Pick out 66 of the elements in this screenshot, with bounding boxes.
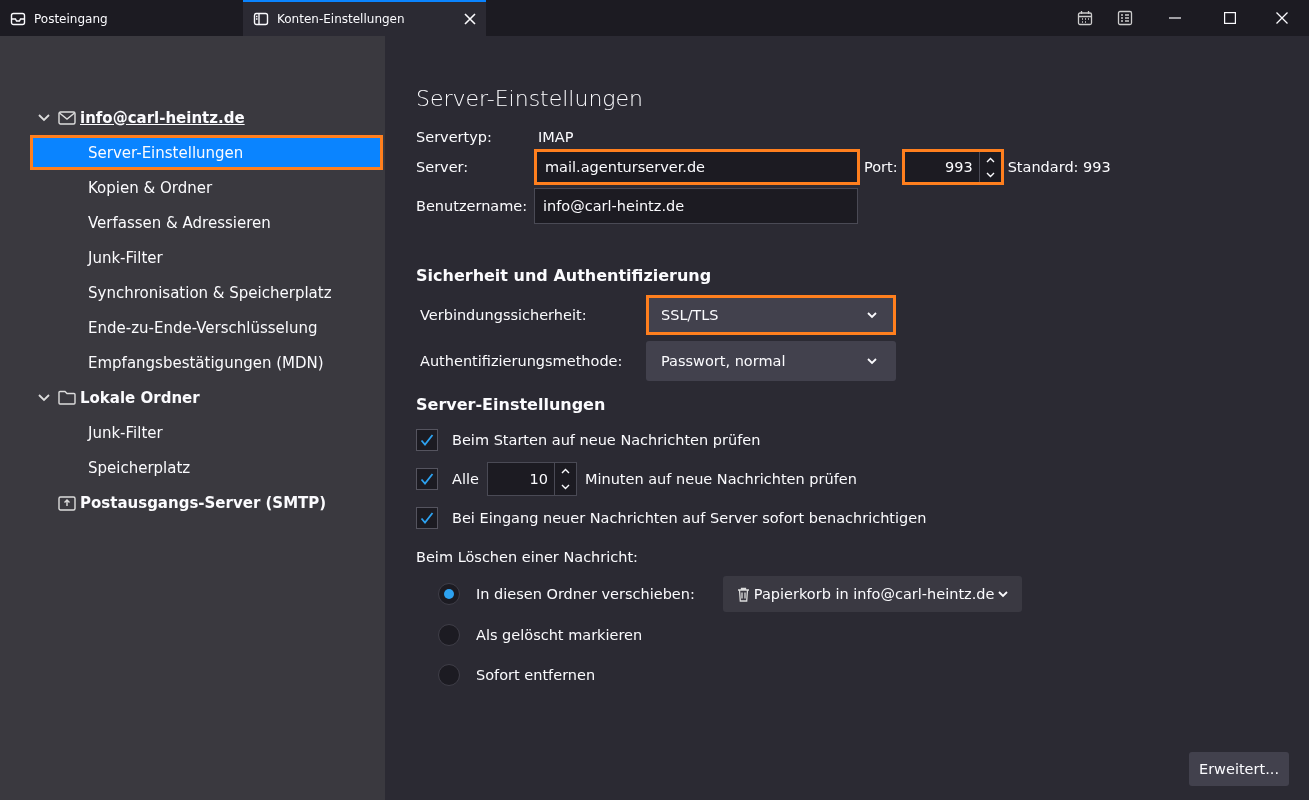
sidebar-item[interactable]: Synchronisation & Speicherplatz — [30, 275, 383, 310]
checkmark-icon — [420, 433, 434, 446]
field-label: Benutzername: — [416, 198, 529, 214]
checkbox-label: Bei Eingang neuer Nachrichten auf Server sofort benachrichtigen — [452, 509, 927, 526]
connection-select[interactable]: SSL/TLS — [646, 295, 896, 335]
username-field[interactable]: info@carl-heintz.de — [534, 188, 858, 224]
outbox-icon — [58, 494, 76, 511]
chevron-down-icon — [867, 357, 877, 365]
delete-label: Beim Löschen einer Nachricht: — [416, 549, 638, 565]
checkbox[interactable] — [416, 428, 438, 451]
server-field[interactable]: mail.agenturserver.de — [534, 149, 860, 185]
port-field[interactable]: 993 — [901, 149, 1004, 185]
section-heading: Server-Einstellungen — [416, 395, 607, 414]
checkmark-icon — [420, 511, 434, 524]
field-label: Server: — [416, 159, 470, 175]
sidebar-item[interactable]: Ende-zu-Ende-Verschlüsselung — [30, 310, 383, 345]
folder-icon — [58, 390, 76, 405]
checkmark-icon — [420, 472, 434, 485]
radio-label: In diesen Ordner verschieben: — [476, 586, 695, 602]
checkbox[interactable] — [416, 467, 438, 490]
tab[interactable]: Konten-Einstellungen — [243, 0, 486, 36]
page-title: Server-Einstellungen — [416, 86, 645, 111]
sidebar-item[interactable]: Speicherplatz — [30, 450, 383, 485]
task-list-icon[interactable] — [1117, 10, 1133, 26]
chevron-down-icon — [998, 590, 1009, 598]
close-icon[interactable] — [464, 13, 476, 25]
tab[interactable]: Posteingang — [0, 0, 243, 36]
auth-method-select[interactable]: Passwort, normal — [646, 341, 896, 381]
inbox-icon — [10, 11, 26, 27]
sidebar-item[interactable]: Junk-Filter — [30, 240, 383, 275]
advanced-button[interactable]: Erweitert... — [1189, 752, 1289, 786]
sidebar-item[interactable]: Empfangsbestätigungen (MDN) — [30, 345, 383, 380]
interval-field[interactable]: 10 — [486, 461, 577, 496]
chevron-down-icon[interactable] — [38, 113, 50, 122]
server-type-value: IMAP — [538, 129, 574, 145]
close-icon[interactable] — [1276, 12, 1288, 24]
sidebar-item[interactable]: Kopien & Ordner — [30, 170, 383, 205]
section-heading: Sicherheit und Authentifizierung — [416, 266, 713, 285]
envelope-icon — [58, 110, 76, 125]
chevron-down-icon[interactable] — [38, 393, 50, 402]
port-default-text: Standard: 993 — [1007, 159, 1111, 175]
radio-label: Sofort entfernen — [476, 667, 596, 683]
sidebar-item[interactable]: Junk-Filter — [30, 415, 383, 450]
panel-icon — [253, 11, 269, 27]
account-item[interactable]: info@carl-heintz.de — [80, 108, 245, 127]
checkbox-label: Beim Starten auf neue Nachrichten prüfen — [452, 431, 761, 448]
checkbox-label: Alle — [452, 470, 479, 487]
calendar-icon[interactable] — [1077, 10, 1093, 26]
maximize-icon[interactable] — [1224, 12, 1236, 24]
chevron-down-icon — [867, 311, 877, 319]
account-item[interactable]: Lokale Ordner — [80, 388, 200, 407]
sidebar-item[interactable]: Verfassen & Adressieren — [30, 205, 383, 240]
account-item[interactable]: Postausgangs-Server (SMTP) — [80, 493, 327, 512]
sidebar-item[interactable]: Server-Einstellungen — [30, 135, 383, 170]
field-label: Servertyp: — [416, 129, 493, 145]
radio-button[interactable] — [438, 583, 460, 605]
radio-button[interactable] — [438, 664, 460, 686]
interval-suffix: Minuten auf neue Nachrichten prüfen — [584, 470, 857, 487]
trash-icon — [736, 586, 750, 602]
radio-button[interactable] — [438, 624, 460, 646]
field-label: Verbindungssicherheit: — [420, 307, 588, 323]
checkbox[interactable] — [416, 506, 438, 529]
radio-label: Als gelöscht markieren — [476, 627, 643, 643]
field-label: Authentifizierungsmethode: — [420, 353, 624, 369]
field-label: Port: — [864, 159, 898, 175]
folder-select[interactable]: Papierkorb in info@carl-heintz.de — [722, 576, 1023, 612]
